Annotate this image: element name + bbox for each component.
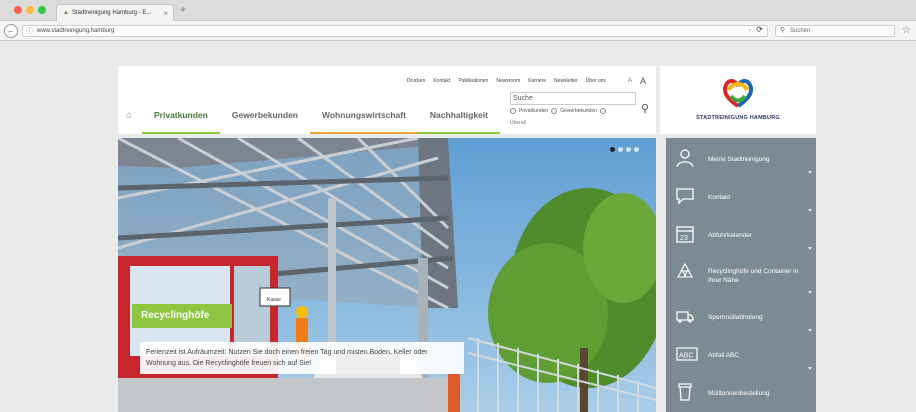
font-size-large-button[interactable]: A <box>640 76 646 86</box>
logo-panel: STADTREINIGUNG HAMBURG <box>660 66 816 134</box>
home-icon[interactable]: ⌂ <box>126 110 132 121</box>
radio-label-all: Überall <box>510 120 526 126</box>
sidebar-item-label: Kontakt <box>708 193 731 201</box>
new-tab-button[interactable]: + <box>180 5 186 16</box>
sidebar-item-label: Recyclinghöfe und Container in Ihrer Näh… <box>708 268 799 284</box>
radio-label-gewerbekunden: Gewerbekunden <box>560 108 597 114</box>
dropdown-icon[interactable]: ▿ <box>748 26 751 36</box>
top-link-kontakt[interactable]: Kontakt <box>433 78 450 84</box>
bookmark-star-icon[interactable]: ☆ <box>902 25 911 36</box>
abc-icon: ABC <box>676 347 698 361</box>
calendar-icon: 23 <box>676 226 694 243</box>
close-window-button[interactable] <box>14 6 22 14</box>
radio-label-privatkunden: Privatkunden <box>519 108 549 114</box>
globe-icon: ⓘ <box>26 28 33 35</box>
sidebar-item-label: Meine Stadtreinigung <box>708 155 770 163</box>
radio-all[interactable] <box>599 108 606 114</box>
chevron-down-icon <box>808 329 812 332</box>
hero-tag[interactable]: Recyclinghöfe <box>132 304 232 328</box>
truck-icon <box>676 311 694 323</box>
nav-wohnungswirtschaft[interactable]: Wohnungswirtschaft <box>310 98 418 134</box>
favicon-icon: ▲ <box>63 10 69 16</box>
chevron-down-icon <box>808 171 812 174</box>
top-link-ueber-uns[interactable]: Über uns <box>586 78 606 84</box>
nav-privatkunden[interactable]: Privatkunden <box>142 98 220 134</box>
nav-nachhaltigkeit[interactable]: Nachhaltigkeit <box>417 98 501 134</box>
chevron-down-icon <box>808 247 812 250</box>
browser-tab-bar: ▲ Stadtreinigung Hamburg - E... × + <box>0 0 916 21</box>
sidebar-item-muelltonnenbestellung[interactable]: Mülltonnenbestellung <box>666 374 816 412</box>
chevron-down-icon <box>808 209 812 212</box>
radio-gewerbekunden[interactable] <box>551 108 558 114</box>
back-button[interactable]: ← <box>4 24 18 38</box>
recycle-icon <box>677 263 693 278</box>
tab-close-icon[interactable]: × <box>163 9 168 18</box>
site-search: Suche Privatkunden Gewerbekunden Überall <box>510 92 640 130</box>
address-bar[interactable]: ⓘ www.stadtreinigung.hamburg ▿ ⟳ <box>22 25 768 37</box>
sidebar-item-recyclinghoefe[interactable]: Recyclinghöfe und Container in Ihrer Näh… <box>666 254 816 298</box>
sidebar-item-label: Abfall ABC <box>708 351 740 359</box>
slider-dot[interactable] <box>634 147 639 152</box>
sidebar-item-meine-stadtreinigung[interactable]: Meine Stadtreinigung <box>666 140 816 178</box>
hero-slider[interactable]: Kasse Recyclinghöfe Ferienzeit ist Aufrä… <box>118 138 656 412</box>
browser-toolbar: ← ⓘ www.stadtreinigung.hamburg ▿ ⟳ ⚲ Suc… <box>0 21 916 41</box>
top-link-publikationen[interactable]: Publikationen <box>458 78 488 84</box>
sidebar-item-sperrmuellabholung[interactable]: Sperrmüllabholung <box>666 298 816 336</box>
logo-text[interactable]: STADTREINIGUNG HAMBURG <box>660 115 816 121</box>
top-utility-nav: Drucken Kontakt Publikationen Newsroom K… <box>407 76 646 86</box>
sidebar-item-label: Abfuhrkalender <box>708 231 753 239</box>
chevron-down-icon <box>808 367 812 370</box>
trash-bin-icon <box>678 383 692 401</box>
url-text: www.stadtreinigung.hamburg <box>37 28 115 34</box>
slider-dot-active[interactable] <box>610 147 615 152</box>
search-icon: ⚲ <box>780 27 786 34</box>
top-link-newsletter[interactable]: Newsletter <box>554 78 578 84</box>
search-scope-options: Privatkunden Gewerbekunden <box>510 108 644 114</box>
person-icon <box>676 149 694 167</box>
search-input[interactable]: Suche <box>510 92 636 105</box>
abc-icon-text: ABC <box>679 353 693 360</box>
calendar-day-text: 23 <box>680 235 688 242</box>
slider-dot[interactable] <box>626 147 631 152</box>
chevron-down-icon <box>808 291 812 294</box>
hero-caption[interactable]: Ferienzeit ist Aufräumzeit: Nutzen Sie d… <box>140 342 464 374</box>
search-submit-icon[interactable]: ⚲ <box>641 102 649 115</box>
browser-tab[interactable]: ▲ Stadtreinigung Hamburg - E... × <box>56 4 174 21</box>
main-nav: Privatkunden Gewerbekunden Wohnungswirts… <box>142 98 501 134</box>
logo-heart-icon[interactable] <box>722 76 754 110</box>
sidebar-item-label: Sperrmüllabholung <box>708 313 763 321</box>
top-link-karriere[interactable]: Karriere <box>528 78 546 84</box>
slider-dot[interactable] <box>618 147 623 152</box>
minimize-window-button[interactable] <box>26 6 34 14</box>
reload-icon[interactable]: ⟳ <box>756 25 763 35</box>
maximize-window-button[interactable] <box>38 6 46 14</box>
quick-links-sidebar: Meine Stadtreinigung Kontakt 23 Abfuhrka… <box>666 138 816 412</box>
slider-pagination <box>610 147 639 152</box>
kasse-sign: Kasse <box>267 297 281 303</box>
website: Drucken Kontakt Publikationen Newsroom K… <box>118 66 816 412</box>
radio-privatkunden[interactable] <box>510 108 516 114</box>
browser-search-placeholder: Suchen <box>790 28 811 34</box>
site-header: Drucken Kontakt Publikationen Newsroom K… <box>118 66 656 134</box>
top-link-drucken[interactable]: Drucken <box>407 78 426 84</box>
speech-bubble-icon <box>676 188 694 205</box>
sidebar-item-abfuhrkalender[interactable]: 23 Abfuhrkalender <box>666 216 816 254</box>
sidebar-item-kontakt[interactable]: Kontakt <box>666 178 816 216</box>
tab-title: Stadtreinigung Hamburg - E... <box>71 10 152 16</box>
browser-search-field[interactable]: ⚲ Suchen <box>775 25 895 37</box>
sidebar-item-label: Mülltonnenbestellung <box>708 389 770 397</box>
sidebar-item-abfall-abc[interactable]: ABC Abfall ABC <box>666 336 816 374</box>
font-size-small-button[interactable]: A <box>628 78 632 84</box>
top-link-newsroom[interactable]: Newsroom <box>496 78 520 84</box>
nav-gewerbekunden[interactable]: Gewerbekunden <box>220 98 310 134</box>
